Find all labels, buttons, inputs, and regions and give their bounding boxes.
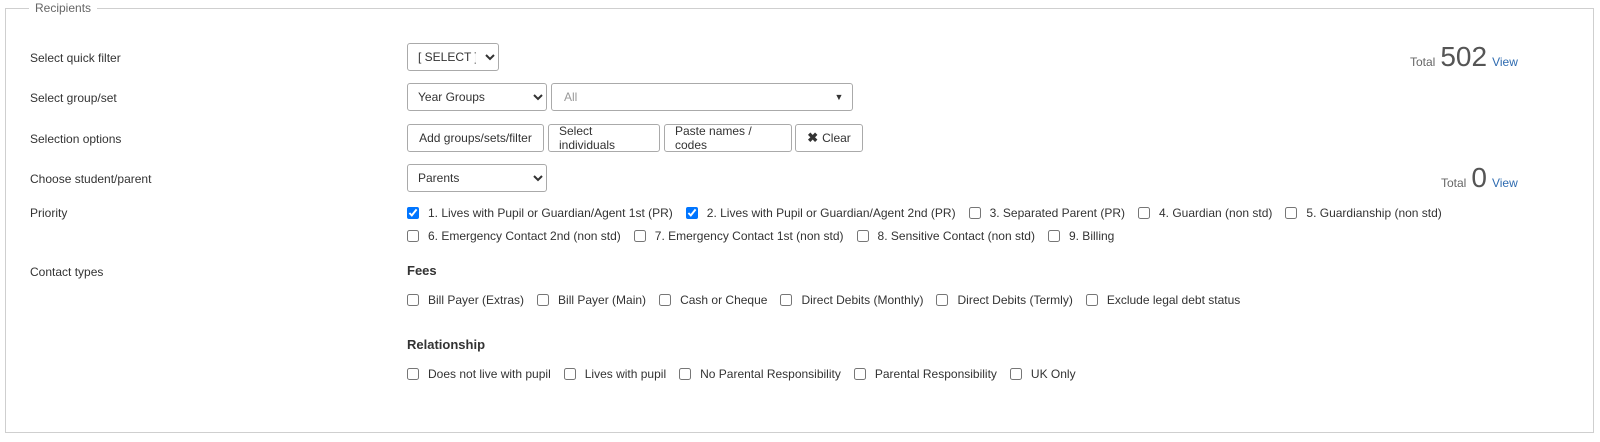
relationship-option-label: Lives with pupil: [584, 367, 667, 381]
total-label: Total: [1441, 176, 1467, 190]
priority-checkbox[interactable]: [407, 230, 419, 242]
fees-option-label: Bill Payer (Main): [558, 293, 647, 307]
fees-checkbox[interactable]: [537, 294, 550, 306]
priority-checkbox[interactable]: [685, 207, 698, 219]
priority-checkbox[interactable]: [1137, 207, 1150, 219]
relationship-checkbox[interactable]: [563, 368, 576, 380]
priority-option[interactable]: 2. Lives with Pupil or Guardian/Agent 2n…: [685, 206, 956, 220]
relationship-checkbox[interactable]: [407, 368, 419, 380]
fees-option[interactable]: Direct Debits (Monthly): [780, 293, 923, 307]
priority-checkbox[interactable]: [407, 207, 419, 219]
relationship-option-label: Parental Responsibility: [874, 367, 997, 381]
student-parent-label: Choose student/parent: [30, 172, 152, 186]
caret-down-icon: ▼: [834, 92, 844, 102]
fees-checkbox[interactable]: [780, 294, 793, 306]
relationship-option[interactable]: Does not live with pupil: [407, 367, 551, 381]
relationship-option-label: UK Only: [1030, 367, 1076, 381]
fees-checkbox[interactable]: [1085, 294, 1098, 306]
relationship-option-label: No Parental Responsibility: [700, 367, 841, 381]
priority-option-label: 3. Separated Parent (PR): [989, 206, 1125, 220]
relationship-options-row: Does not live with pupil Lives with pupi…: [407, 367, 1089, 381]
priority-checkbox[interactable]: [856, 230, 869, 242]
fees-option-label: Exclude legal debt status: [1106, 293, 1241, 307]
contact-types-label: Contact types: [30, 265, 104, 279]
close-icon: ✖: [807, 130, 819, 145]
fees-option-label: Bill Payer (Extras): [428, 293, 525, 307]
total-count: 502: [1440, 41, 1488, 72]
relationship-checkbox[interactable]: [1009, 368, 1022, 380]
fees-option-label: Direct Debits (Termly): [957, 293, 1073, 307]
priority-options-row-1: 1. Lives with Pupil or Guardian/Agent 1s…: [407, 206, 1455, 220]
view-link[interactable]: View: [1492, 176, 1518, 190]
priority-checkbox[interactable]: [633, 230, 646, 242]
priority-options-row-2: 6. Emergency Contact 2nd (non std) 7. Em…: [407, 229, 1127, 243]
group-set-select[interactable]: Year Groups: [407, 83, 547, 111]
group-set-search-input[interactable]: [551, 83, 827, 111]
fees-option[interactable]: Exclude legal debt status: [1085, 293, 1241, 307]
priority-option-label: 1. Lives with Pupil or Guardian/Agent 1s…: [428, 206, 673, 220]
quick-filter-select[interactable]: [ SELECT ]: [407, 43, 499, 71]
priority-checkbox[interactable]: [968, 207, 981, 219]
total-recipients: Total 502 View: [1410, 43, 1518, 71]
group-set-label: Select group/set: [30, 91, 117, 105]
priority-option-label: 6. Emergency Contact 2nd (non std): [428, 229, 621, 243]
priority-option-label: 8. Sensitive Contact (non std): [877, 229, 1035, 243]
relationship-checkbox[interactable]: [679, 368, 692, 380]
clear-button[interactable]: ✖ Clear: [795, 124, 863, 152]
priority-checkbox[interactable]: [1047, 230, 1060, 242]
relationship-option[interactable]: UK Only: [1009, 367, 1076, 381]
priority-option[interactable]: 4. Guardian (non std): [1137, 206, 1273, 220]
priority-checkbox[interactable]: [1285, 207, 1298, 219]
relationship-option[interactable]: Parental Responsibility: [853, 367, 997, 381]
fees-checkbox[interactable]: [936, 294, 949, 306]
select-individuals-button[interactable]: Select individuals: [548, 124, 660, 152]
priority-option[interactable]: 6. Emergency Contact 2nd (non std): [407, 229, 621, 243]
group-set-dropdown-button[interactable]: ▼: [826, 83, 853, 111]
fees-checkbox[interactable]: [407, 294, 419, 306]
fees-option[interactable]: Bill Payer (Extras): [407, 293, 524, 307]
priority-option[interactable]: 1. Lives with Pupil or Guardian/Agent 1s…: [407, 206, 673, 220]
fees-option[interactable]: Cash or Cheque: [659, 293, 767, 307]
fees-heading: Fees: [407, 263, 437, 278]
recipients-legend: Recipients: [29, 1, 98, 15]
relationship-option[interactable]: Lives with pupil: [563, 367, 667, 381]
priority-option-label: 2. Lives with Pupil or Guardian/Agent 2n…: [706, 206, 956, 220]
priority-option[interactable]: 9. Billing: [1047, 229, 1115, 243]
student-parent-select[interactable]: Parents: [407, 164, 547, 192]
relationship-heading: Relationship: [407, 337, 486, 352]
relationship-option-label: Does not live with pupil: [428, 367, 551, 381]
fees-option-label: Direct Debits (Monthly): [801, 293, 924, 307]
total-count: 0: [1471, 162, 1487, 193]
fees-option[interactable]: Direct Debits (Termly): [936, 293, 1073, 307]
priority-option-label: 9. Billing: [1068, 229, 1115, 243]
fees-option[interactable]: Bill Payer (Main): [537, 293, 646, 307]
selection-options-label: Selection options: [30, 132, 122, 146]
priority-option[interactable]: 5. Guardianship (non std): [1285, 206, 1442, 220]
fees-option-label: Cash or Cheque: [680, 293, 768, 307]
relationship-checkbox[interactable]: [853, 368, 866, 380]
clear-button-label: Clear: [822, 131, 851, 145]
priority-option[interactable]: 3. Separated Parent (PR): [968, 206, 1125, 220]
relationship-option[interactable]: No Parental Responsibility: [679, 367, 841, 381]
priority-option-label: 5. Guardianship (non std): [1306, 206, 1442, 220]
total-recipients: Total 0 View: [1441, 164, 1518, 192]
priority-option[interactable]: 8. Sensitive Contact (non std): [856, 229, 1035, 243]
fees-checkbox[interactable]: [659, 294, 672, 306]
priority-label: Priority: [30, 206, 68, 220]
priority-option-label: 7. Emergency Contact 1st (non std): [654, 229, 844, 243]
total-label: Total: [1410, 55, 1436, 69]
quick-filter-label: Select quick filter: [30, 51, 121, 65]
paste-names-button[interactable]: Paste names / codes: [664, 124, 792, 152]
priority-option[interactable]: 7. Emergency Contact 1st (non std): [633, 229, 844, 243]
fees-options-row: Bill Payer (Extras) Bill Payer (Main) Ca…: [407, 293, 1253, 307]
add-groups-button[interactable]: Add groups/sets/filter: [407, 124, 544, 152]
view-link[interactable]: View: [1492, 55, 1518, 69]
priority-option-label: 4. Guardian (non std): [1158, 206, 1273, 220]
